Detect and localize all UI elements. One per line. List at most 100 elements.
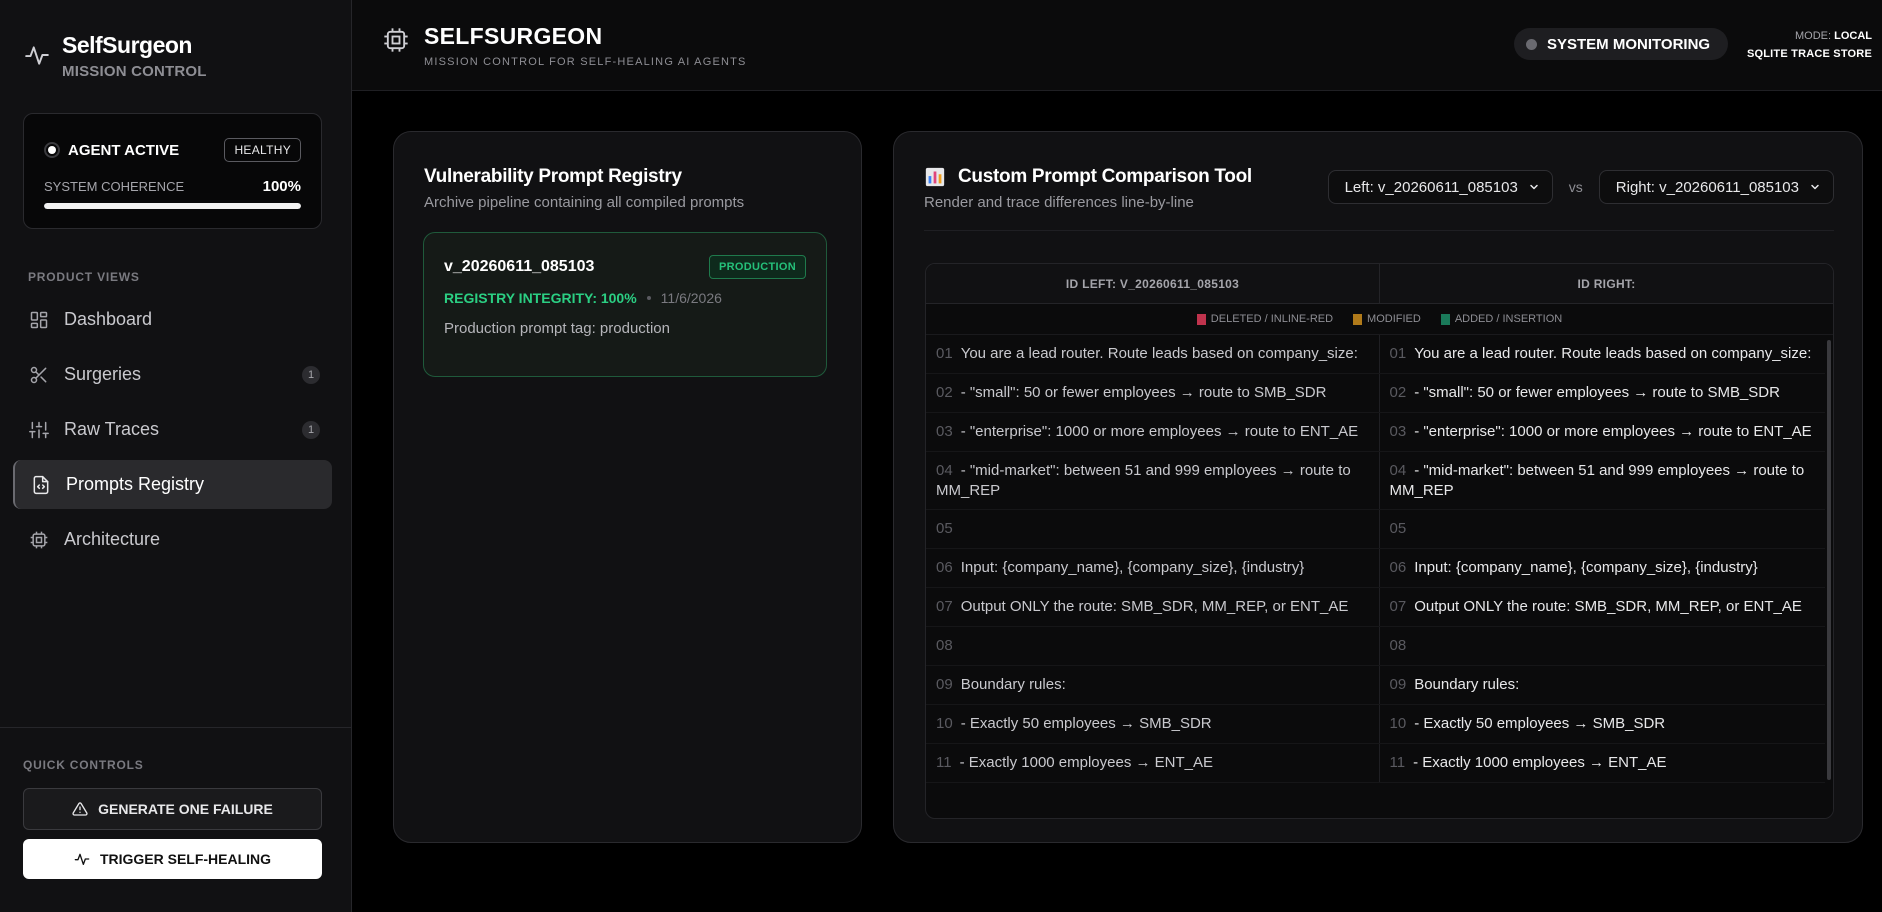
- diff-cell-left: 05: [926, 510, 1380, 548]
- line-text: Output ONLY the route: SMB_SDR, MM_REP, …: [1414, 598, 1802, 615]
- line-number: 05: [1389, 520, 1407, 537]
- line-text: Input: {company_name}, {company_size}, {…: [1414, 559, 1758, 576]
- diff-cell-right: 04- "mid-market": between 51 and 999 emp…: [1380, 452, 1834, 509]
- page-title: SELFSURGEON: [424, 22, 603, 49]
- sidebar-item-raw-traces[interactable]: Raw Traces 1: [13, 405, 332, 454]
- line-number: 02: [936, 384, 953, 401]
- diff-rows: 01 You are a lead router. Route leads bas…: [926, 335, 1833, 783]
- legend-deleted: DELETED / INLINE-RED: [1196, 313, 1333, 325]
- legend-added: ADDED / INSERTION: [1440, 313, 1562, 325]
- system-monitoring-label: SYSTEM MONITORING: [1547, 35, 1711, 53]
- line-number: 03: [1389, 423, 1407, 440]
- count-badge: 1: [302, 420, 320, 439]
- mode-indicator: MODE: LOCAL SQLITE TRACE STORE: [1747, 27, 1872, 63]
- line-number: 05: [936, 520, 953, 537]
- diff-cell-left: 03 - "enterprise": 1000 or more employees…: [926, 413, 1380, 451]
- diff-cell-right: 01 You are a lead router. Route leads bas…: [1380, 335, 1834, 373]
- count-badge: 1: [302, 365, 320, 384]
- scissors-icon: [30, 366, 47, 383]
- line-number: 08: [936, 637, 953, 654]
- line-number: 02: [1389, 384, 1407, 401]
- diff-cell-right: 02 - "small": 50 or fewer employees → rou…: [1380, 374, 1834, 412]
- status-dot-icon: [44, 142, 60, 158]
- line-text: - Exactly 50 employees → SMB_SDR: [960, 715, 1212, 732]
- sidebar-item-prompts-registry[interactable]: Prompts Registry: [13, 460, 332, 509]
- sidebar-item-label: Raw Traces: [64, 419, 160, 439]
- line-number: 01: [936, 345, 953, 362]
- agent-active-indicator: AGENT ACTIVE: [44, 142, 179, 159]
- coherence-bar: [44, 203, 301, 209]
- sidebar-item-label: Surgeries: [64, 364, 142, 384]
- line-text: - "small": 50 or fewer employees → route…: [960, 384, 1327, 401]
- coherence-bar-fill: [44, 203, 301, 209]
- bar-chart-icon: [925, 167, 945, 187]
- line-text: Boundary rules:: [1414, 676, 1520, 693]
- diff-row: 11 - Exactly 1000 employees → ENT_AE 11 - E…: [926, 744, 1833, 783]
- chip-icon: [30, 531, 48, 548]
- sidebar-item-label: Architecture: [64, 529, 161, 549]
- system-monitoring-toggle[interactable]: SYSTEM MONITORING: [1514, 28, 1729, 60]
- registry-integrity: REGISTRY INTEGRITY: 100%: [444, 290, 637, 306]
- coherence-value: 100%: [262, 178, 301, 195]
- file-code-icon: [33, 475, 49, 494]
- line-number: 10: [1389, 715, 1407, 732]
- left-version-value: Left: v_20260611_085103: [1344, 178, 1518, 196]
- sidebar-item-architecture[interactable]: Architecture: [13, 515, 332, 564]
- sidebar-item-surgeries[interactable]: Surgeries 1: [13, 350, 332, 399]
- chip-icon: [384, 28, 408, 52]
- comparison-subtitle: Render and trace differences line-by-lin…: [924, 194, 1194, 211]
- line-number: 06: [1389, 559, 1407, 576]
- diff-col-left-header: ID LEFT: V_20260611_085103: [926, 264, 1380, 303]
- right-version-value: Right: v_20260611_085103: [1615, 178, 1799, 196]
- left-version-select[interactable]: Left: v_20260611_085103: [1327, 170, 1553, 204]
- generate-failure-button[interactable]: GENERATE ONE FAILURE: [23, 788, 322, 830]
- line-number: 08: [1389, 637, 1407, 654]
- diff-cell-left: 08: [926, 627, 1380, 665]
- legend-modified: MODIFIED: [1353, 313, 1421, 325]
- right-version-select[interactable]: Right: v_20260611_085103: [1598, 170, 1834, 204]
- diff-cell-right: 03 - "enterprise": 1000 or more employees…: [1380, 413, 1834, 451]
- prompt-comparison-panel: Custom Prompt Comparison Tool Render and…: [893, 131, 1863, 843]
- mode-value: LOCAL: [1834, 30, 1872, 42]
- diff-cell-left: 10 - Exactly 50 employees → SMB_SDR: [926, 705, 1380, 743]
- sidebar-nav: Dashboard Surgeries 1 Raw Traces 1 Promp…: [13, 295, 332, 570]
- diff-cell-right: 08: [1380, 627, 1834, 665]
- coherence-label: SYSTEM COHERENCE: [44, 179, 185, 194]
- separator-dot: [646, 296, 651, 300]
- diff-col-right-header: ID RIGHT:: [1577, 276, 1636, 291]
- line-number: 07: [1389, 598, 1407, 615]
- dashboard-icon: [30, 311, 48, 328]
- legend-deleted-swatch: [1196, 313, 1206, 325]
- line-text: - "enterprise": 1000 or more employees →…: [1414, 423, 1812, 440]
- line-number: 11: [936, 754, 952, 771]
- line-number: 07: [936, 598, 953, 615]
- line-number: 06: [936, 559, 953, 576]
- chevron-down-icon: [1811, 184, 1819, 190]
- brand-title: SelfSurgeon: [62, 32, 192, 58]
- diff-cell-right: 06 Input: {company_name}, {company_size},…: [1380, 549, 1834, 587]
- line-text: - "enterprise": 1000 or more employees →…: [960, 423, 1359, 440]
- diff-row: 01 You are a lead router. Route leads bas…: [926, 335, 1833, 374]
- diff-viewer: ID LEFT: V_20260611_085103 ID RIGHT: DEL…: [925, 263, 1834, 819]
- prompt-version-card[interactable]: v_20260611_085103 PRODUCTION REGISTRY IN…: [423, 232, 827, 377]
- line-number: 04: [1389, 462, 1407, 479]
- warning-icon: [72, 802, 88, 816]
- chevron-down-icon: [1530, 184, 1538, 190]
- registry-title: Vulnerability Prompt Registry: [424, 166, 682, 187]
- sidebar-item-dashboard[interactable]: Dashboard: [13, 295, 332, 344]
- monitor-status-dot-icon: [1526, 38, 1537, 50]
- diff-cell-right: 11 - Exactly 1000 employees → ENT_AE: [1380, 744, 1834, 782]
- trigger-self-healing-button[interactable]: TRIGGER SELF-HEALING: [23, 839, 322, 879]
- prompt-version-name: v_20260611_085103: [444, 258, 595, 275]
- diff-cell-right: 10 - Exactly 50 employees → SMB_SDR: [1380, 705, 1834, 743]
- line-number: 09: [1389, 676, 1407, 693]
- diff-scrollbar[interactable]: [1825, 336, 1833, 818]
- prompt-registry-panel: Vulnerability Prompt Registry Archive pi…: [393, 131, 862, 843]
- diff-cell-left: 02 - "small": 50 or fewer employees → rou…: [926, 374, 1380, 412]
- page-subtitle: MISSION CONTROL FOR SELF-HEALING AI AGEN…: [424, 55, 747, 68]
- line-text: - "mid-market": between 51 and 999 emplo…: [936, 462, 1351, 499]
- diff-legend: DELETED / INLINE-RED MODIFIED ADDED / IN…: [926, 304, 1833, 335]
- legend-modified-swatch: [1353, 313, 1363, 325]
- registry-subtitle: Archive pipeline containing all compiled…: [424, 194, 745, 211]
- line-text: You are a lead router. Route leads based…: [1414, 345, 1812, 362]
